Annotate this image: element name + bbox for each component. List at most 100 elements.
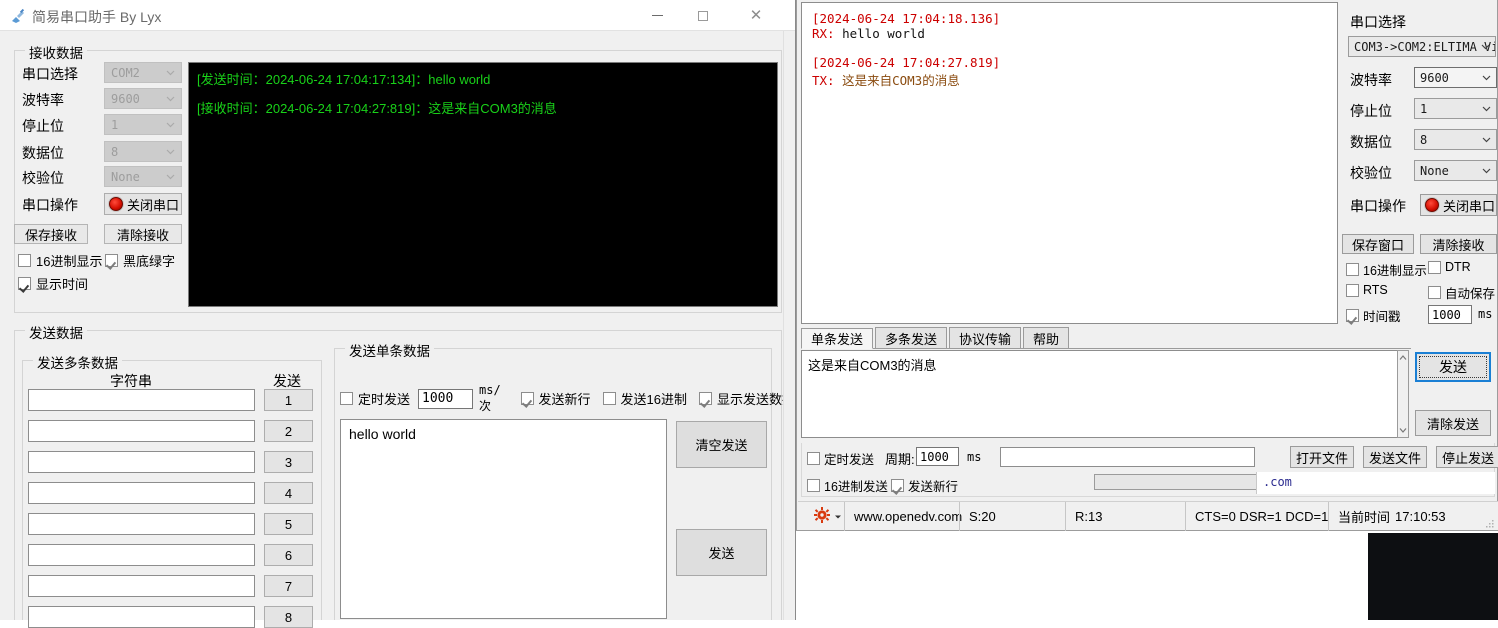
dtr-checkbox[interactable]: DTR [1428, 260, 1471, 274]
file-path-input[interactable] [1000, 447, 1255, 467]
port-select-dropdown[interactable]: COM3->COM2:ELTIMA Vir [1348, 36, 1496, 57]
hex-display-checkbox[interactable]: 16进制显示 [18, 251, 102, 270]
multi-send-input[interactable] [28, 513, 255, 535]
single-send-options: 定时发送 ms/次 发送新行 发送16进制 显示发送数据 [340, 383, 795, 414]
stopbits-dropdown[interactable]: 1 [1414, 98, 1497, 119]
multi-send-input[interactable] [28, 544, 255, 566]
close-port-button[interactable]: 关闭串口 [1420, 194, 1497, 216]
port-status-led-icon [109, 197, 123, 211]
multi-send-button[interactable]: 7 [264, 575, 313, 597]
multi-send-input[interactable] [28, 575, 255, 597]
timed-send-checkbox[interactable]: 定时发送 [807, 449, 874, 468]
send-hex-checkbox[interactable]: 发送16进制 [602, 389, 687, 408]
send-newline-checkbox[interactable]: 发送新行 [891, 476, 958, 495]
multi-send-button[interactable]: 2 [264, 420, 313, 442]
timed-send-checkbox-label: 定时发送 [824, 453, 875, 467]
multi-send-button-label: 8 [284, 609, 293, 625]
hex-send-checkbox[interactable]: 16进制发送 [807, 476, 888, 495]
open-file-button-label: 打开文件 [1295, 450, 1348, 466]
show-time-checkbox-label: 显示时间 [36, 277, 89, 292]
timestamp-interval-input[interactable] [1428, 305, 1472, 324]
receive-terminal[interactable]: [发送时间：2024-06-24 17:04:17:134]：hello wor… [188, 62, 778, 307]
multi-send-string-header: 字符串 [110, 373, 152, 389]
show-time-checkbox[interactable]: 显示时间 [18, 274, 88, 293]
tab-label: 协议传输 [959, 331, 1012, 347]
send-newline-checkbox[interactable]: 发送新行 [520, 389, 591, 408]
checkbox-box [18, 254, 31, 267]
databits-dropdown[interactable]: 8 [104, 141, 182, 162]
multi-send-button[interactable]: 3 [264, 451, 313, 473]
close-button[interactable]: ✕ [733, 0, 779, 31]
show-send-data-checkbox[interactable]: 显示发送数据 [698, 389, 795, 408]
chevron-down-icon[interactable] [1398, 425, 1408, 435]
multi-send-input[interactable] [28, 389, 255, 411]
save-receive-button[interactable]: 保存接收 [14, 224, 88, 244]
tab-multi-send[interactable]: 多条发送 [875, 327, 948, 348]
hex-display-checkbox-label: 16进制显示 [1363, 264, 1427, 278]
parity-dropdown[interactable]: None [104, 166, 182, 187]
databits-dropdown[interactable]: 8 [1414, 129, 1497, 150]
checkbox-box [807, 479, 820, 492]
clear-send-button[interactable]: 清除发送 [1415, 410, 1491, 436]
open-file-button[interactable]: 打开文件 [1290, 446, 1354, 468]
multi-send-button[interactable]: 8 [264, 606, 313, 628]
settings-menu-button[interactable] [798, 502, 844, 531]
status-site[interactable]: www.openedv.com [844, 501, 962, 531]
timed-send-interval-input[interactable] [418, 388, 474, 409]
baudrate-dropdown[interactable]: 9600 [1414, 67, 1497, 88]
multi-send-input[interactable] [28, 482, 255, 504]
clear-receive-button[interactable]: 清除接收 [1420, 234, 1497, 254]
tab-label: 单条发送 [811, 332, 864, 347]
send-file-button[interactable]: 发送文件 [1363, 446, 1427, 468]
auto-save-checkbox[interactable]: 自动保存 [1428, 283, 1495, 302]
timed-send-checkbox[interactable]: 定时发送 [340, 389, 410, 408]
port-select-dropdown[interactable]: COM2 [104, 62, 182, 83]
period-input[interactable] [916, 447, 959, 466]
clear-receive-button[interactable]: 清除接收 [104, 224, 182, 244]
chevron-down-icon[interactable] [834, 509, 842, 524]
maximize-button[interactable] [680, 0, 726, 31]
chevron-up-icon[interactable] [1398, 353, 1408, 363]
save-window-button[interactable]: 保存窗口 [1342, 234, 1414, 254]
left-window-titlebar[interactable]: 简易串口助手 By Lyx ✕ [0, 0, 795, 31]
rts-checkbox[interactable]: RTS [1346, 283, 1388, 297]
tab-single-send[interactable]: 单条发送 [801, 328, 874, 349]
maximize-icon [698, 10, 708, 21]
chevron-down-icon [1482, 73, 1491, 82]
status-time-label: 当前时间 [1338, 509, 1391, 525]
hex-display-checkbox[interactable]: 16进制显示 [1346, 260, 1427, 279]
parity-label: 校验位 [1350, 165, 1392, 181]
close-port-button[interactable]: 关闭串口 [104, 193, 182, 215]
clear-send-button[interactable]: 清空发送 [676, 421, 767, 468]
send-button[interactable]: 发送 [676, 529, 767, 576]
multi-send-button[interactable]: 6 [264, 544, 313, 566]
status-signals-label: CTS=0 DSR=1 DCD=1 [1195, 508, 1329, 524]
multi-send-input[interactable] [28, 606, 255, 628]
parity-dropdown[interactable]: None [1414, 160, 1497, 181]
send-textarea-scrollbar[interactable] [1397, 350, 1409, 438]
file-extension-field[interactable]: .com [1256, 472, 1495, 494]
send-button[interactable]: 发送 [1415, 352, 1491, 382]
stopbits-dropdown[interactable]: 1 [104, 114, 182, 135]
stop-send-button[interactable]: 停止发送 [1436, 446, 1498, 468]
single-send-textarea[interactable]: hello world [340, 419, 667, 619]
close-port-button-label: 关闭串口 [1443, 198, 1496, 214]
resize-grip-icon[interactable] [1484, 516, 1494, 528]
baudrate-dropdown[interactable]: 9600 [104, 88, 182, 109]
timestamp-checkbox[interactable]: 时间戳 [1346, 306, 1401, 325]
tab-help[interactable]: 帮助 [1023, 327, 1070, 348]
multi-send-button[interactable]: 4 [264, 482, 313, 504]
send-textarea[interactable]: 这是来自COM3的消息 [801, 350, 1408, 438]
log-payload: hello world [842, 26, 925, 41]
save-receive-button-label: 保存接收 [24, 227, 77, 243]
tab-protocol-transfer[interactable]: 协议传输 [949, 327, 1022, 348]
black-green-theme-checkbox[interactable]: 黑底绿字 [105, 251, 175, 270]
timestamp-checkbox-label: 时间戳 [1363, 310, 1401, 324]
minimize-button[interactable] [634, 0, 680, 31]
multi-send-input[interactable] [28, 420, 255, 442]
multi-send-button[interactable]: 5 [264, 513, 313, 535]
multi-send-button-label: 4 [284, 485, 293, 501]
multi-send-input[interactable] [28, 451, 255, 473]
receive-log-area[interactable]: [2024-06-24 17:04:18.136] RX: hello worl… [801, 2, 1338, 324]
multi-send-button[interactable]: 1 [264, 389, 313, 411]
